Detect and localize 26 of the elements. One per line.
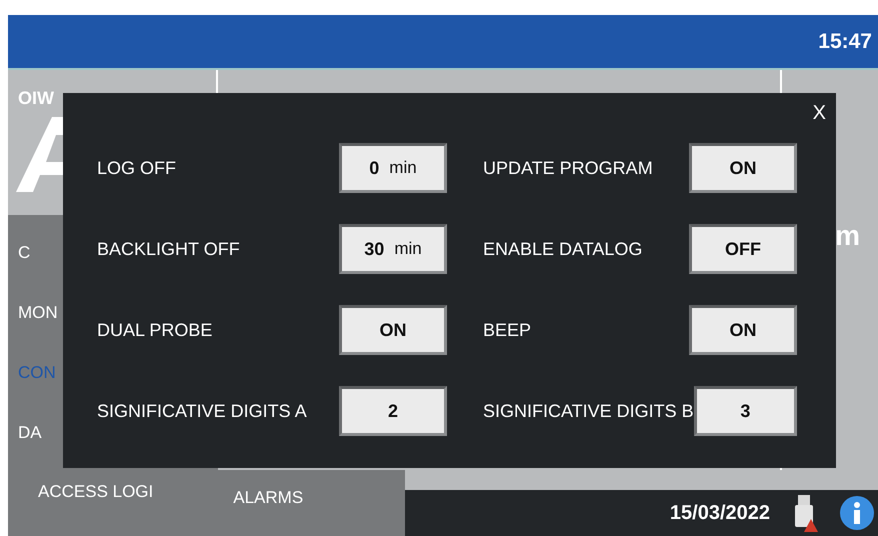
value-button[interactable]: 2 [339,386,447,436]
reading-text: m [835,220,860,252]
value-button[interactable]: ON [339,305,447,355]
setting-label: SIGNIFICATIVE DIGITS B [483,400,694,422]
clock-time: 15:47 [818,30,872,54]
value-button[interactable]: ON [689,143,797,193]
setting-label: LOG OFF [97,158,176,178]
logo-mark-icon [16,117,63,192]
tab[interactable]: ALARMS [233,482,304,512]
setting-label: ENABLE DATALOG [483,238,642,260]
setting-label: UPDATE PROGRAM [483,158,653,178]
value-button[interactable]: 30 min [339,224,447,274]
value-button[interactable]: ON [689,305,797,355]
brand-text: OIW [18,88,54,109]
tab[interactable]: ACCESS LOGI [38,482,154,506]
close-button[interactable]: X [812,102,826,125]
setting-label: SIGNIFICATIVE DIGITS A [97,400,307,422]
usb-warning-icon[interactable] [794,493,820,533]
info-icon[interactable] [840,496,874,530]
value-button[interactable]: 0 min [339,143,447,193]
value-button[interactable]: OFF [689,224,797,274]
setting-label: BEEP [483,320,532,340]
setting-label: BACKLIGHT OFF [97,238,240,260]
setting-label: DUAL PROBE [97,320,212,340]
value-button[interactable]: 3 [694,386,797,436]
date-text: 15/03/2022 [670,502,770,524]
